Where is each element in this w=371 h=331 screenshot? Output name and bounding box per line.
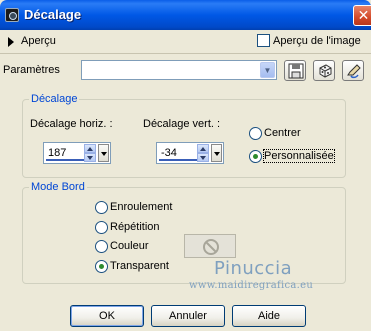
- ok-button[interactable]: OK: [70, 305, 144, 327]
- vert-offset-field[interactable]: -34: [156, 142, 224, 164]
- spin-down-icon[interactable]: [197, 153, 209, 162]
- vert-offset-underline: [159, 159, 199, 161]
- transparent-radio-label[interactable]: Transparent: [110, 260, 169, 272]
- color-radio-label[interactable]: Couleur: [110, 240, 149, 252]
- color-radio[interactable]: [95, 240, 108, 253]
- expand-triangle-icon[interactable]: [8, 37, 14, 47]
- reset-button[interactable]: [342, 60, 364, 81]
- chevron-down-icon[interactable]: ▼: [260, 62, 275, 78]
- horiz-offset-spinner[interactable]: [84, 144, 96, 162]
- title-bar: Décalage ✕: [0, 0, 371, 30]
- preview-bar: Aperçu Aperçu de l'image: [0, 30, 371, 54]
- disabled-circle-icon: [203, 239, 219, 255]
- vert-offset-value[interactable]: -34: [161, 147, 177, 159]
- spin-up-icon[interactable]: [84, 144, 96, 153]
- preview-toggle-label[interactable]: Aperçu: [21, 35, 56, 47]
- wrap-radio-label[interactable]: Enroulement: [110, 201, 172, 213]
- custom-radio[interactable]: [249, 150, 262, 163]
- reset-icon: [347, 64, 361, 79]
- wrap-radio[interactable]: [95, 201, 108, 214]
- repeat-radio-label[interactable]: Répétition: [110, 221, 160, 233]
- center-radio-label[interactable]: Centrer: [264, 127, 301, 139]
- offset-group-title: Décalage: [29, 93, 80, 105]
- window-title: Décalage: [24, 7, 82, 22]
- image-preview-checkbox[interactable]: [257, 34, 270, 47]
- presets-combo[interactable]: ▼: [81, 60, 277, 80]
- horiz-offset-field[interactable]: 187: [43, 142, 111, 164]
- random-button[interactable]: [313, 60, 335, 81]
- horiz-offset-underline: [46, 159, 86, 161]
- close-button[interactable]: ✕: [353, 5, 371, 26]
- params-label: Paramètres: [3, 64, 60, 76]
- spin-up-icon[interactable]: [197, 144, 209, 153]
- help-button[interactable]: Aide: [232, 305, 306, 327]
- edge-color-swatch[interactable]: [184, 234, 236, 258]
- spin-down-icon[interactable]: [84, 153, 96, 162]
- transparent-radio[interactable]: [95, 260, 108, 273]
- image-preview-label[interactable]: Aperçu de l'image: [273, 35, 361, 47]
- edge-mode-group-title: Mode Bord: [29, 181, 87, 193]
- dice-icon: [319, 64, 332, 78]
- save-icon: [288, 63, 304, 79]
- custom-radio-label[interactable]: Personnalisée: [263, 149, 335, 163]
- vert-offset-dropdown-button[interactable]: [211, 144, 222, 162]
- vert-offset-spinner[interactable]: [197, 144, 209, 162]
- repeat-radio[interactable]: [95, 221, 108, 234]
- horiz-offset-label: Décalage horiz. :: [30, 118, 113, 130]
- save-preset-button[interactable]: [284, 60, 306, 81]
- watermark-url: www.maidiregrafica.eu: [189, 280, 314, 291]
- watermark-name: Pinuccia: [214, 258, 293, 279]
- cancel-button[interactable]: Annuler: [151, 305, 225, 327]
- horiz-offset-dropdown-button[interactable]: [98, 144, 109, 162]
- center-radio[interactable]: [249, 127, 262, 140]
- vert-offset-label: Décalage vert. :: [143, 118, 221, 130]
- horiz-offset-value[interactable]: 187: [48, 147, 66, 159]
- app-icon: [5, 8, 19, 22]
